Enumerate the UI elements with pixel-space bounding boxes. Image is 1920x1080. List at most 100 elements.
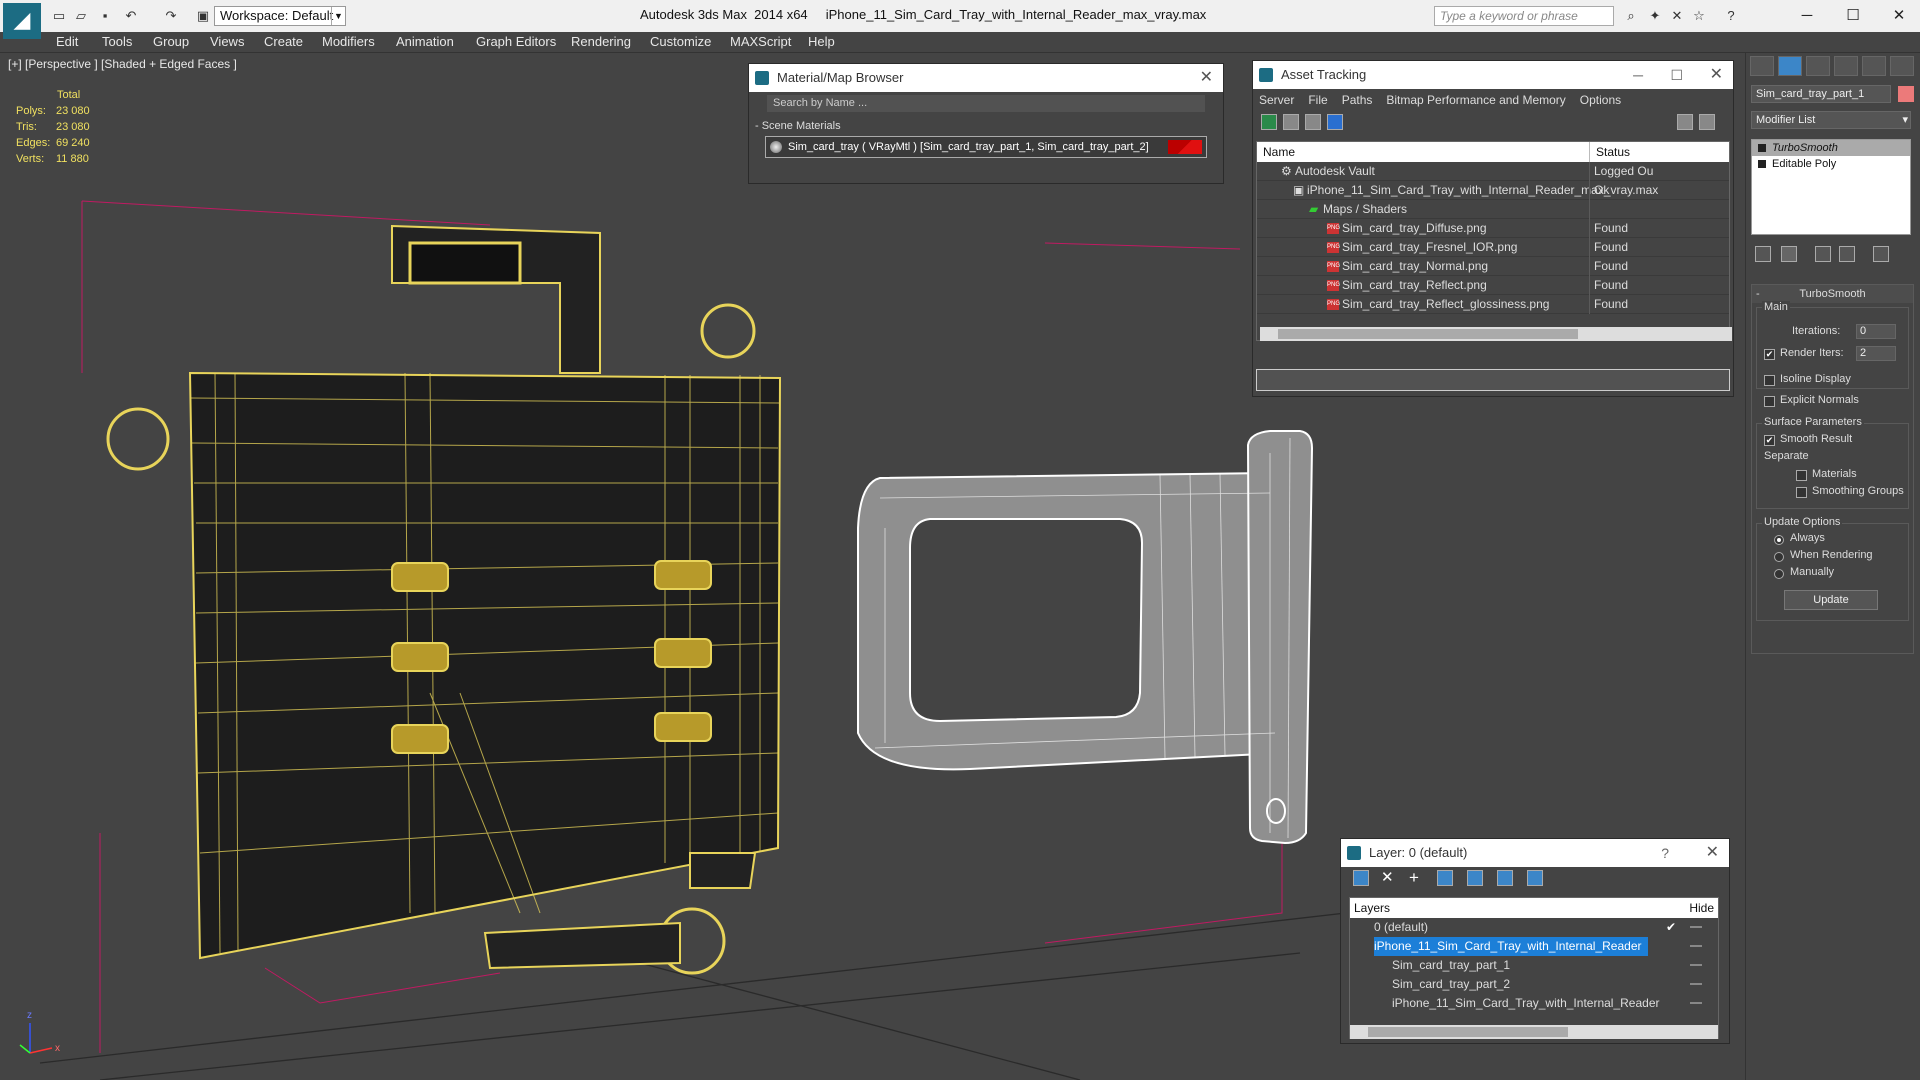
hierarchy-tab-icon[interactable]: [1806, 56, 1830, 76]
menu-help[interactable]: Help: [808, 34, 835, 49]
object-color-swatch[interactable]: [1898, 86, 1914, 102]
table-row[interactable]: PNG Sim_card_tray_Normal.png Found: [1257, 257, 1729, 276]
minimize-icon[interactable]: ─: [1633, 61, 1643, 89]
horizontal-scrollbar[interactable]: [1260, 327, 1732, 341]
layer-manager-window[interactable]: Layer: 0 (default)? ✕ ✕ + Layers Hide 0 (d…: [1340, 838, 1730, 1044]
highlight-layer-icon[interactable]: [1467, 870, 1483, 886]
close-icon[interactable]: ✕: [1200, 64, 1213, 92]
col-status[interactable]: Status: [1589, 142, 1630, 162]
sim-card-tray-model[interactable]: [857, 430, 1314, 845]
render-iters-spinner[interactable]: 2: [1856, 346, 1896, 361]
layer-tree[interactable]: Layers Hide 0 (default) ✔ iPhone_11_Sim_Ca…: [1349, 897, 1719, 1039]
hide-toggle[interactable]: [1690, 926, 1702, 928]
stack-item-editable-poly[interactable]: Editable Poly: [1752, 156, 1910, 172]
smooth-result-checkbox[interactable]: ✔: [1764, 435, 1775, 446]
select-objects-icon[interactable]: [1437, 870, 1453, 886]
menu-paths[interactable]: Paths: [1342, 93, 1373, 107]
pin-stack-icon[interactable]: [1755, 246, 1771, 262]
horizontal-scrollbar[interactable]: [1350, 1025, 1718, 1039]
freeze-all-icon[interactable]: [1527, 870, 1543, 886]
modifier-stack[interactable]: TurboSmooth Editable Poly: [1751, 139, 1911, 235]
explicit-normals-checkbox[interactable]: [1764, 396, 1775, 407]
separate-smoothing-checkbox[interactable]: [1796, 487, 1807, 498]
layer-row[interactable]: 0 (default) ✔: [1350, 918, 1718, 937]
layer-row[interactable]: iPhone_11_Sim_Card_Tray_with_Internal_Re…: [1350, 937, 1718, 956]
layer-row[interactable]: iPhone_11_Sim_Card_Tray_with_Internal_Re…: [1350, 994, 1718, 1013]
favorites-icon[interactable]: ☆: [1690, 7, 1708, 25]
menu-create[interactable]: Create: [264, 34, 303, 49]
communication-icon[interactable]: ✕: [1668, 7, 1686, 25]
display-tab-icon[interactable]: [1862, 56, 1886, 76]
close-icon[interactable]: ✕: [1706, 839, 1719, 867]
table-row[interactable]: PNG Sim_card_tray_Reflect.png Found: [1257, 276, 1729, 295]
hide-all-icon[interactable]: [1497, 870, 1513, 886]
isoline-checkbox[interactable]: [1764, 375, 1775, 386]
sim-card-reader-model[interactable]: [106, 224, 782, 975]
stack-item-turbosmooth[interactable]: TurboSmooth: [1752, 140, 1910, 156]
hide-toggle[interactable]: [1690, 964, 1702, 966]
scrollbar-thumb[interactable]: [1368, 1027, 1568, 1037]
open-file-icon[interactable]: ▱: [72, 7, 90, 25]
bulb-icon[interactable]: [1758, 144, 1766, 152]
table-row[interactable]: PNG Sim_card_tray_Fresnel_IOR.png Found: [1257, 238, 1729, 257]
col-name[interactable]: Name: [1263, 142, 1295, 162]
configure-sets-icon[interactable]: [1873, 246, 1889, 262]
layer-row[interactable]: Sim_card_tray_part_2: [1350, 975, 1718, 994]
menu-group[interactable]: Group: [153, 34, 189, 49]
search-input[interactable]: Type a keyword or phrase: [1434, 6, 1614, 26]
new-layer-icon[interactable]: [1353, 870, 1369, 886]
save-icon[interactable]: ▪: [96, 7, 114, 25]
help-icon[interactable]: ?: [1722, 7, 1740, 25]
separate-materials-checkbox[interactable]: [1796, 470, 1807, 481]
table-row[interactable]: PNG Sim_card_tray_Reflect_glossiness.png F…: [1257, 295, 1729, 314]
asset-tracking-window[interactable]: Asset Tracking ─ ☐ ✕ Server File Paths Bitmap …: [1252, 60, 1734, 397]
menu-options[interactable]: Options: [1580, 93, 1621, 107]
menu-customize[interactable]: Customize: [650, 34, 711, 49]
remove-modifier-icon[interactable]: [1839, 246, 1855, 262]
grid-view-icon[interactable]: [1327, 114, 1343, 130]
col-layers[interactable]: Layers: [1354, 898, 1390, 918]
update-manually-radio[interactable]: [1774, 569, 1784, 579]
asset-path-field[interactable]: [1256, 369, 1730, 391]
subscription-icon[interactable]: ✦: [1646, 7, 1664, 25]
menu-edit[interactable]: Edit: [56, 34, 78, 49]
scrollbar-thumb[interactable]: [1278, 329, 1578, 339]
hide-toggle[interactable]: [1690, 1002, 1702, 1004]
scene-materials-section[interactable]: - Scene Materials: [755, 120, 1223, 132]
menu-views[interactable]: Views: [210, 34, 244, 49]
add-to-layer-icon[interactable]: +: [1409, 869, 1425, 886]
maximize-icon[interactable]: ☐: [1838, 4, 1868, 28]
material-search-input[interactable]: Search by Name ...: [767, 95, 1205, 112]
col-hide[interactable]: Hide: [1689, 898, 1714, 918]
material-map-browser-window[interactable]: Material/Map Browser ✕ Search by Name ...…: [748, 63, 1224, 184]
table-row[interactable]: PNG Sim_card_tray_Diffuse.png Found: [1257, 219, 1729, 238]
iterations-spinner[interactable]: 0: [1856, 324, 1896, 339]
menu-maxscript[interactable]: MAXScript: [730, 34, 791, 49]
table-row[interactable]: ▣ iPhone_11_Sim_Card_Tray_with_Internal_R…: [1257, 181, 1729, 200]
material-item-sim-card-tray[interactable]: Sim_card_tray ( VRayMtl ) [Sim_card_tray…: [765, 136, 1207, 158]
list-view-icon[interactable]: [1283, 114, 1299, 130]
render-iters-checkbox[interactable]: ✔: [1764, 349, 1775, 360]
layer-titlebar[interactable]: Layer: 0 (default)? ✕: [1341, 839, 1729, 867]
close-icon[interactable]: ✕: [1884, 4, 1914, 28]
table-row[interactable]: ▰ Maps / Shaders: [1257, 200, 1729, 219]
update-rendering-radio[interactable]: [1774, 552, 1784, 562]
table-row[interactable]: ⚙ Autodesk Vault Logged Ou: [1257, 162, 1729, 181]
hide-toggle[interactable]: [1690, 983, 1702, 985]
project-folder-icon[interactable]: ▣: [194, 7, 212, 25]
hide-toggle[interactable]: [1690, 945, 1702, 947]
help-icon[interactable]: ?: [1661, 839, 1669, 867]
minimize-icon[interactable]: ─: [1792, 4, 1822, 28]
menu-graph-editors[interactable]: Graph Editors: [476, 34, 556, 49]
motion-tab-icon[interactable]: [1834, 56, 1858, 76]
new-file-icon[interactable]: ▭: [50, 7, 68, 25]
close-icon[interactable]: ✕: [1710, 61, 1723, 89]
app-logo-icon[interactable]: ◢: [3, 3, 41, 39]
create-tab-icon[interactable]: [1750, 56, 1774, 76]
asset-tracking-titlebar[interactable]: Asset Tracking ─ ☐ ✕: [1253, 61, 1733, 89]
viewport-label[interactable]: [+] [Perspective ] [Shaded + Edged Faces…: [8, 57, 237, 71]
make-unique-icon[interactable]: [1815, 246, 1831, 262]
menu-animation[interactable]: Animation: [396, 34, 454, 49]
object-name-field[interactable]: Sim_card_tray_part_1: [1751, 85, 1891, 103]
workspace-select[interactable]: Workspace: Default ▼: [214, 6, 346, 26]
